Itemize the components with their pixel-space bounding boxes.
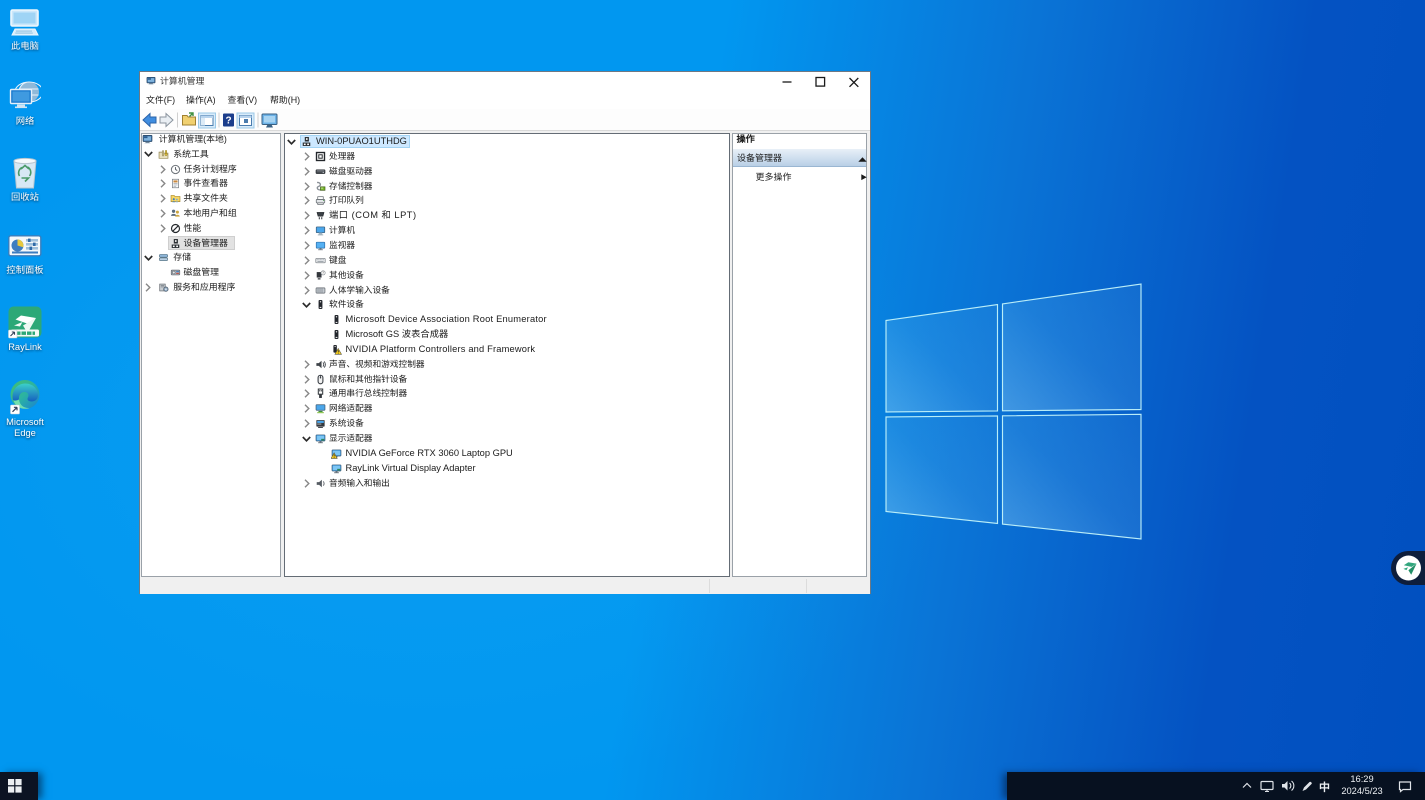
svg-text:?: ?	[225, 116, 231, 127]
